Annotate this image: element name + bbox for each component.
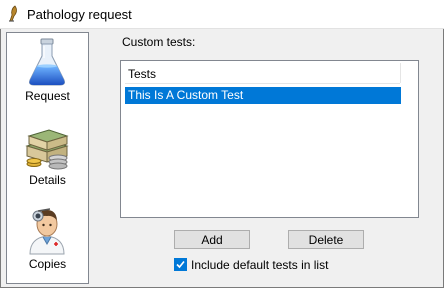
money-stack-icon xyxy=(25,129,69,170)
include-default-label[interactable]: Include default tests in list xyxy=(191,258,328,272)
column-separator[interactable] xyxy=(400,63,401,83)
sidebar-nav: Request Details Copies xyxy=(6,32,89,284)
nav-label-copies: Copies xyxy=(28,257,67,271)
flask-icon xyxy=(29,38,65,86)
column-header-tests[interactable]: Tests xyxy=(128,67,156,81)
doctor-icon xyxy=(29,208,65,255)
tests-listbox[interactable]: Tests This Is A Custom Test xyxy=(120,60,419,218)
nav-item-request[interactable]: Request xyxy=(7,33,88,113)
nav-item-copies[interactable]: Copies xyxy=(7,201,88,281)
add-button[interactable]: Add xyxy=(174,230,250,249)
custom-tests-label: Custom tests: xyxy=(122,35,196,49)
list-item-label: This Is A Custom Test xyxy=(128,88,244,102)
nav-label-details: Details xyxy=(29,173,66,187)
app-icon xyxy=(9,5,17,22)
header-divider xyxy=(125,83,400,84)
list-item-selected[interactable]: This Is A Custom Test xyxy=(125,87,401,104)
window-title: Pathology request xyxy=(27,7,132,22)
checkmark-icon xyxy=(176,260,185,269)
nav-item-details[interactable]: Details xyxy=(7,117,88,197)
delete-button[interactable]: Delete xyxy=(288,230,364,249)
title-bar: Pathology request xyxy=(0,0,444,29)
include-default-checkbox[interactable] xyxy=(174,258,187,271)
nav-label-request: Request xyxy=(25,89,70,103)
